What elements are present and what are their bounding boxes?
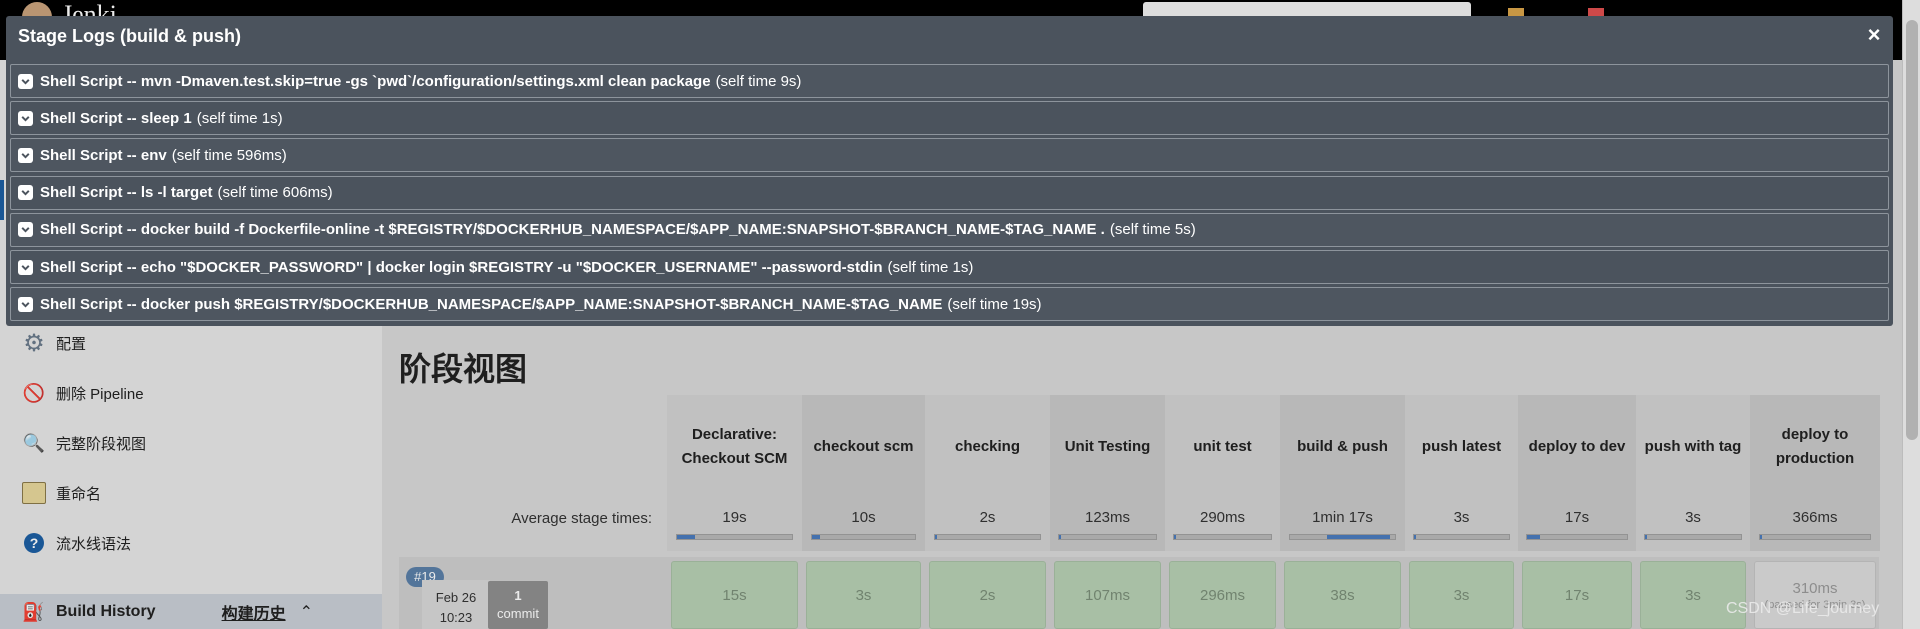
close-icon[interactable]: × xyxy=(1861,22,1887,48)
log-self-time: (self time 606ms) xyxy=(217,184,333,202)
log-row[interactable]: Shell Script -- docker build -f Dockerfi… xyxy=(10,212,1889,247)
log-self-time: (self time 5s) xyxy=(1109,221,1196,239)
log-row[interactable]: Shell Script -- echo "$DOCKER_PASSWORD" … xyxy=(10,250,1889,284)
log-row[interactable]: Shell Script -- env (self time 596ms) xyxy=(10,138,1889,173)
log-row[interactable]: Shell Script -- sleep 1 (self time 1s) xyxy=(10,101,1889,136)
log-command: Shell Script -- ls -l target xyxy=(40,184,213,202)
log-self-time: (self time 19s) xyxy=(947,295,1042,313)
chevron-down-icon[interactable] xyxy=(18,73,33,89)
chevron-down-icon[interactable] xyxy=(18,185,33,201)
chevron-down-icon[interactable] xyxy=(18,222,33,238)
log-command: Shell Script -- sleep 1 xyxy=(40,109,192,127)
chevron-down-icon[interactable] xyxy=(18,296,33,312)
log-command: Shell Script -- echo "$DOCKER_PASSWORD" … xyxy=(40,258,883,276)
log-self-time: (self time 1s) xyxy=(196,109,283,127)
chevron-down-icon[interactable] xyxy=(18,110,33,126)
log-self-time: (self time 9s) xyxy=(715,72,802,90)
log-command: Shell Script -- env xyxy=(40,146,167,164)
log-command: Shell Script -- docker push $REGISTRY/$D… xyxy=(40,295,943,313)
log-self-time: (self time 596ms) xyxy=(171,146,287,164)
log-row[interactable]: Shell Script -- docker push $REGISTRY/$D… xyxy=(10,287,1889,322)
chevron-down-icon[interactable] xyxy=(18,259,33,275)
log-self-time: (self time 1s) xyxy=(887,258,974,276)
chevron-down-icon[interactable] xyxy=(18,147,33,163)
stage-logs-modal: Stage Logs (build & push) × Shell Script… xyxy=(6,16,1893,326)
log-row[interactable]: Shell Script -- mvn -Dmaven.test.skip=tr… xyxy=(10,64,1889,98)
log-command: Shell Script -- docker build -f Dockerfi… xyxy=(40,221,1105,239)
log-command: Shell Script -- mvn -Dmaven.test.skip=tr… xyxy=(40,72,711,90)
modal-title: Stage Logs (build & push) xyxy=(18,26,241,46)
log-row[interactable]: Shell Script -- ls -l target (self time 6… xyxy=(10,175,1889,210)
